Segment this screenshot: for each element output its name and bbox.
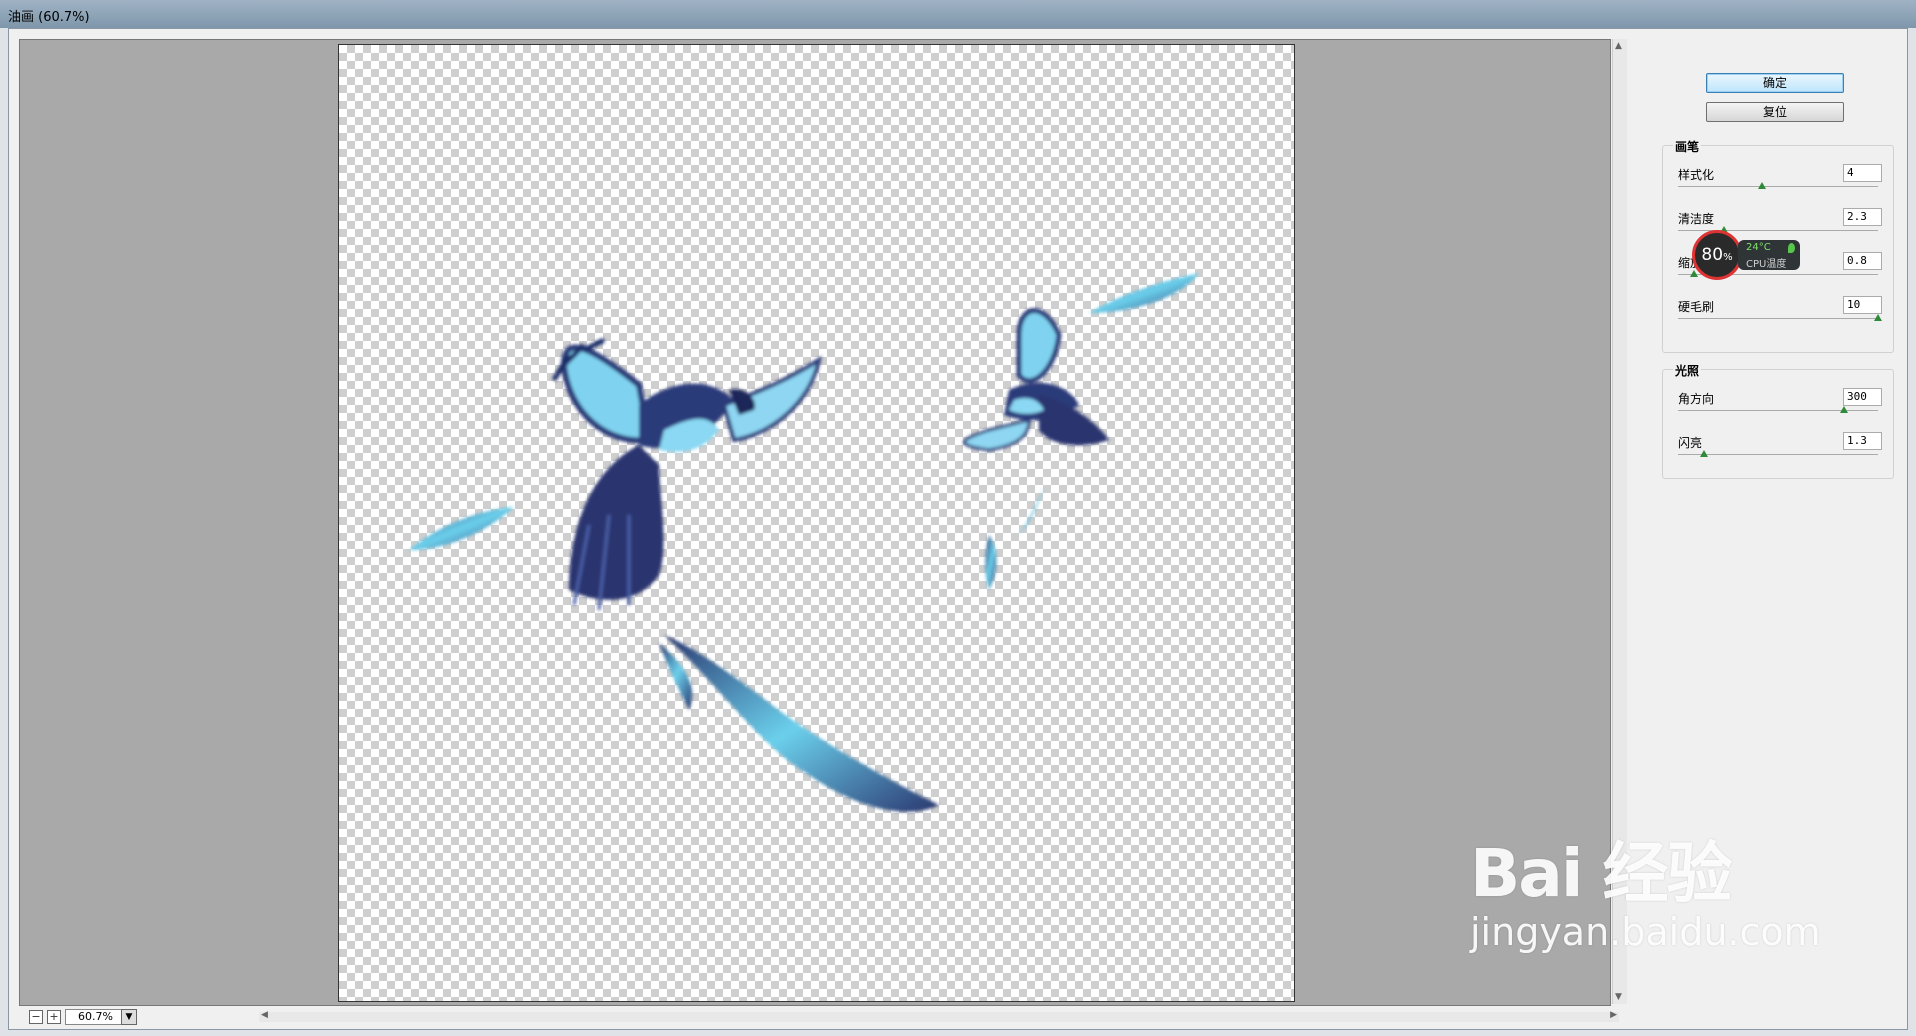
zoom-field[interactable]: 60.7% bbox=[65, 1009, 129, 1025]
magpie-small bbox=[963, 308, 1109, 452]
param-slider-track[interactable] bbox=[1678, 186, 1878, 187]
chevron-down-icon[interactable]: ▼ bbox=[121, 1009, 137, 1025]
param-label: 硬毛刷 bbox=[1678, 300, 1715, 314]
cpu-percent-unit: % bbox=[1723, 252, 1733, 263]
scroll-right-icon[interactable]: ▶ bbox=[1610, 1010, 1617, 1020]
zoom-bar: − + 60.7% ▼ ◀ ▶ bbox=[19, 1007, 1626, 1027]
oil-paint-dialog: 油画 (60.7%) ▲ ▼ − + 60.7% ▼ ◀ ▶ 确定 复位 画笔 … bbox=[0, 0, 1916, 1036]
param-label: 闪亮 bbox=[1678, 436, 1703, 450]
cpu-label: CPU温度 bbox=[1746, 259, 1787, 270]
param-slider-thumb[interactable] bbox=[1840, 406, 1848, 413]
window-title: 油画 (60.7%) bbox=[8, 10, 90, 25]
cpu-percent: 80 bbox=[1701, 245, 1724, 265]
param-value-field[interactable]: 0.8 bbox=[1843, 252, 1882, 270]
param-slider-track[interactable] bbox=[1678, 454, 1878, 455]
param-value-field[interactable]: 4 bbox=[1843, 164, 1882, 182]
param-slider-thumb[interactable] bbox=[1700, 450, 1708, 457]
scroll-down-icon[interactable]: ▼ bbox=[1615, 992, 1622, 1002]
param-label: 样式化 bbox=[1678, 168, 1715, 182]
leaf-icon bbox=[1788, 243, 1795, 253]
param-label: 清洁度 bbox=[1678, 212, 1715, 226]
horizontal-scrollbar[interactable]: ◀ ▶ bbox=[259, 1010, 1619, 1022]
scroll-up-icon[interactable]: ▲ bbox=[1615, 41, 1622, 51]
param-slider-track[interactable] bbox=[1678, 318, 1878, 319]
cpu-usage-ring: 80% bbox=[1692, 230, 1742, 280]
cpu-monitor-widget[interactable]: 80% 24°C CPU温度 bbox=[1692, 230, 1808, 280]
param-value-field[interactable]: 10 bbox=[1843, 296, 1882, 314]
zoom-out-button[interactable]: − bbox=[29, 1010, 43, 1024]
ok-button[interactable]: 确定 bbox=[1706, 73, 1844, 93]
artwork-preview bbox=[409, 273, 1199, 812]
param-value-field[interactable]: 1.3 bbox=[1843, 432, 1882, 450]
magpie-large bbox=[551, 337, 822, 611]
scroll-left-icon[interactable]: ◀ bbox=[261, 1010, 268, 1020]
param-value-field[interactable]: 300 bbox=[1843, 388, 1882, 406]
zoom-in-button[interactable]: + bbox=[47, 1010, 61, 1024]
feathers bbox=[409, 273, 1199, 812]
preview-area bbox=[19, 39, 1611, 1006]
param-slider-track[interactable] bbox=[1678, 410, 1878, 411]
lighting-group: 光照 角方向 300 闪亮 1.3 bbox=[1662, 362, 1894, 479]
cpu-temp-box: 24°C CPU温度 bbox=[1738, 240, 1800, 270]
param-slider-thumb[interactable] bbox=[1758, 182, 1766, 189]
cpu-temp: 24°C bbox=[1746, 242, 1771, 253]
preview-canvas[interactable] bbox=[338, 44, 1295, 1002]
watermark-url: jingyan.baidu.com bbox=[1470, 910, 1821, 954]
param-value-field[interactable]: 2.3 bbox=[1843, 208, 1882, 226]
param-slider-thumb[interactable] bbox=[1874, 314, 1882, 321]
title-bar[interactable]: 油画 (60.7%) bbox=[0, 0, 1916, 28]
reset-button[interactable]: 复位 bbox=[1706, 102, 1844, 122]
watermark-brand: Bai 经验 bbox=[1470, 835, 1732, 912]
param-label: 角方向 bbox=[1678, 392, 1715, 406]
lighting-title: 光照 bbox=[1673, 362, 1702, 379]
brush-title: 画笔 bbox=[1673, 138, 1702, 155]
